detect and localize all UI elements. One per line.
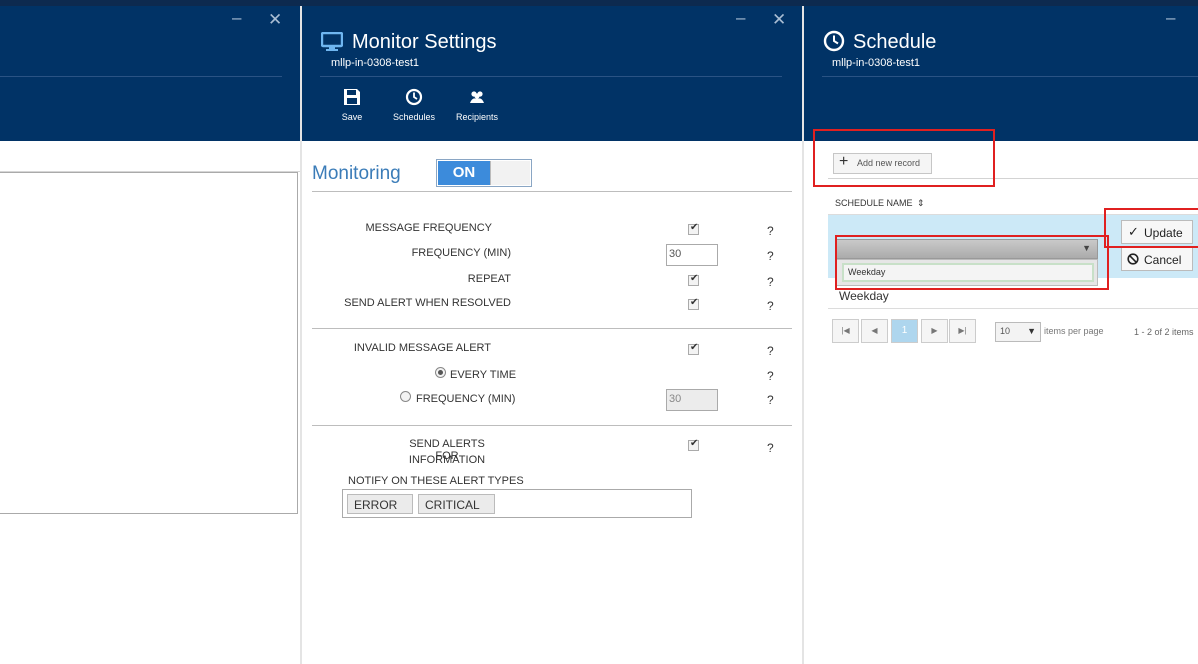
chevron-down-icon: ▼ [1027, 326, 1036, 336]
current-page[interactable]: 1 [891, 319, 918, 343]
send-alerts-information-checkbox[interactable] [688, 438, 699, 451]
close-icon[interactable]: ✕ [772, 10, 786, 30]
schedule-name-header-label: SCHEDULE NAME [835, 198, 913, 208]
alert-type-tag[interactable]: CRITICAL [418, 494, 495, 514]
left-content-frame [0, 172, 298, 514]
invalid-message-alert-checkbox[interactable] [688, 342, 699, 355]
schedules-button[interactable]: Schedules [388, 88, 440, 122]
pager-summary: 1 - 2 of 2 items [1134, 327, 1194, 337]
alert-types-multiselect[interactable]: ERROR CRITICAL [342, 489, 692, 518]
row-divider [828, 308, 1198, 309]
section-divider [312, 191, 792, 192]
cancel-label: Cancel [1144, 253, 1182, 267]
schedule-panel: Schedule mllp-in-0308-test1 – + Add new … [804, 6, 1198, 664]
schedule-title: Schedule [853, 31, 937, 53]
monitor-icon [321, 32, 343, 51]
help-icon[interactable]: ? [767, 393, 774, 407]
message-frequency-checkbox[interactable] [688, 222, 699, 235]
every-time-label: EVERY TIME [450, 369, 517, 381]
highlight-box-dropdown [835, 235, 1109, 290]
monitor-settings-title: Monitor Settings [352, 31, 497, 53]
clock-icon [823, 30, 845, 52]
pager: |◀ ◀ 1 ▶ ▶| 10 ▼ items per page 1 - 2 of… [832, 319, 1198, 345]
frequency-min-label: FREQUENCY (MIN) [411, 247, 511, 259]
notify-alert-types-label: NOTIFY ON THESE ALERT TYPES [348, 475, 524, 487]
help-icon[interactable]: ? [767, 344, 774, 358]
section-divider [312, 425, 792, 426]
save-label: Save [341, 112, 363, 122]
monitor-settings-subtitle: mllp-in-0308-test1 [331, 57, 420, 69]
send-alert-resolved-label: SEND ALERT WHEN RESOLVED [344, 297, 511, 309]
monitor-settings-header: Monitor Settings mllp-in-0308-test1 – ✕ … [302, 6, 802, 141]
save-button[interactable]: Save [332, 88, 372, 122]
sort-icon[interactable]: ⇕ [917, 198, 925, 208]
page-size-value: 10 [1000, 326, 1011, 336]
help-icon[interactable]: ? [767, 275, 774, 289]
header-divider [0, 76, 282, 77]
next-page-icon[interactable]: ▶ [921, 319, 948, 343]
repeat-label: REPEAT [467, 273, 511, 285]
help-icon[interactable]: ? [767, 441, 774, 455]
cancel-button[interactable]: Cancel [1121, 247, 1193, 271]
page-size-select[interactable]: 10 ▼ [995, 322, 1041, 342]
schedules-label: Schedules [392, 112, 436, 122]
schedule-header: Schedule mllp-in-0308-test1 – [804, 6, 1198, 141]
help-icon[interactable]: ? [767, 369, 774, 383]
help-icon[interactable]: ? [767, 249, 774, 263]
monitoring-toggle[interactable]: ON [436, 159, 532, 187]
people-icon [470, 91, 484, 103]
save-icon [344, 89, 360, 105]
minimize-icon[interactable]: – [1166, 8, 1175, 28]
header-divider [822, 76, 1198, 77]
minimize-icon[interactable]: – [232, 8, 241, 28]
close-icon[interactable]: ✕ [268, 10, 282, 30]
minimize-icon[interactable]: – [736, 8, 745, 28]
highlight-box-update [1104, 208, 1198, 248]
highlight-box-add-record [813, 129, 995, 187]
frequency-min-input[interactable]: 30 [666, 244, 718, 266]
schedule-name-header[interactable]: SCHEDULE NAME ⇕ [835, 198, 925, 209]
section-divider [312, 328, 792, 329]
monitoring-label: Monitoring [312, 163, 401, 184]
repeat-checkbox[interactable] [688, 273, 699, 286]
help-icon[interactable]: ? [767, 299, 774, 313]
message-frequency-label: MESSAGE FREQUENCY [365, 222, 492, 234]
alert-type-tag[interactable]: ERROR [347, 494, 413, 514]
left-panel: – ✕ [0, 6, 300, 664]
invalid-message-alert-label: INVALID MESSAGE ALERT [353, 342, 491, 354]
left-panel-header: – ✕ [0, 6, 300, 141]
monitor-settings-panel: Monitor Settings mllp-in-0308-test1 – ✕ … [302, 6, 802, 664]
schedule-row-name[interactable]: Weekday [839, 289, 889, 303]
clock-icon [405, 88, 423, 106]
information-label: INFORMATION [408, 454, 486, 466]
first-page-icon[interactable]: |◀ [832, 319, 859, 343]
every-time-radio[interactable] [435, 367, 446, 378]
last-page-icon[interactable]: ▶| [949, 319, 976, 343]
toggle-on-label: ON [438, 161, 490, 185]
header-divider [320, 76, 782, 77]
cancel-icon [1127, 253, 1139, 265]
help-icon[interactable]: ? [767, 224, 774, 238]
toggle-knob [490, 161, 530, 185]
left-toolbar-area [0, 144, 300, 172]
items-per-page-label: items per page [1044, 326, 1104, 336]
frequency-radio[interactable] [400, 391, 411, 402]
schedule-subtitle: mllp-in-0308-test1 [832, 57, 921, 69]
recipients-label: Recipients [455, 112, 499, 122]
recipients-button[interactable]: Recipients [452, 88, 502, 122]
send-alert-resolved-checkbox[interactable] [688, 297, 699, 310]
frequency-min-input-2[interactable]: 30 [666, 389, 718, 411]
prev-page-icon[interactable]: ◀ [861, 319, 888, 343]
frequency-min-label-2: FREQUENCY (MIN) [416, 393, 516, 405]
